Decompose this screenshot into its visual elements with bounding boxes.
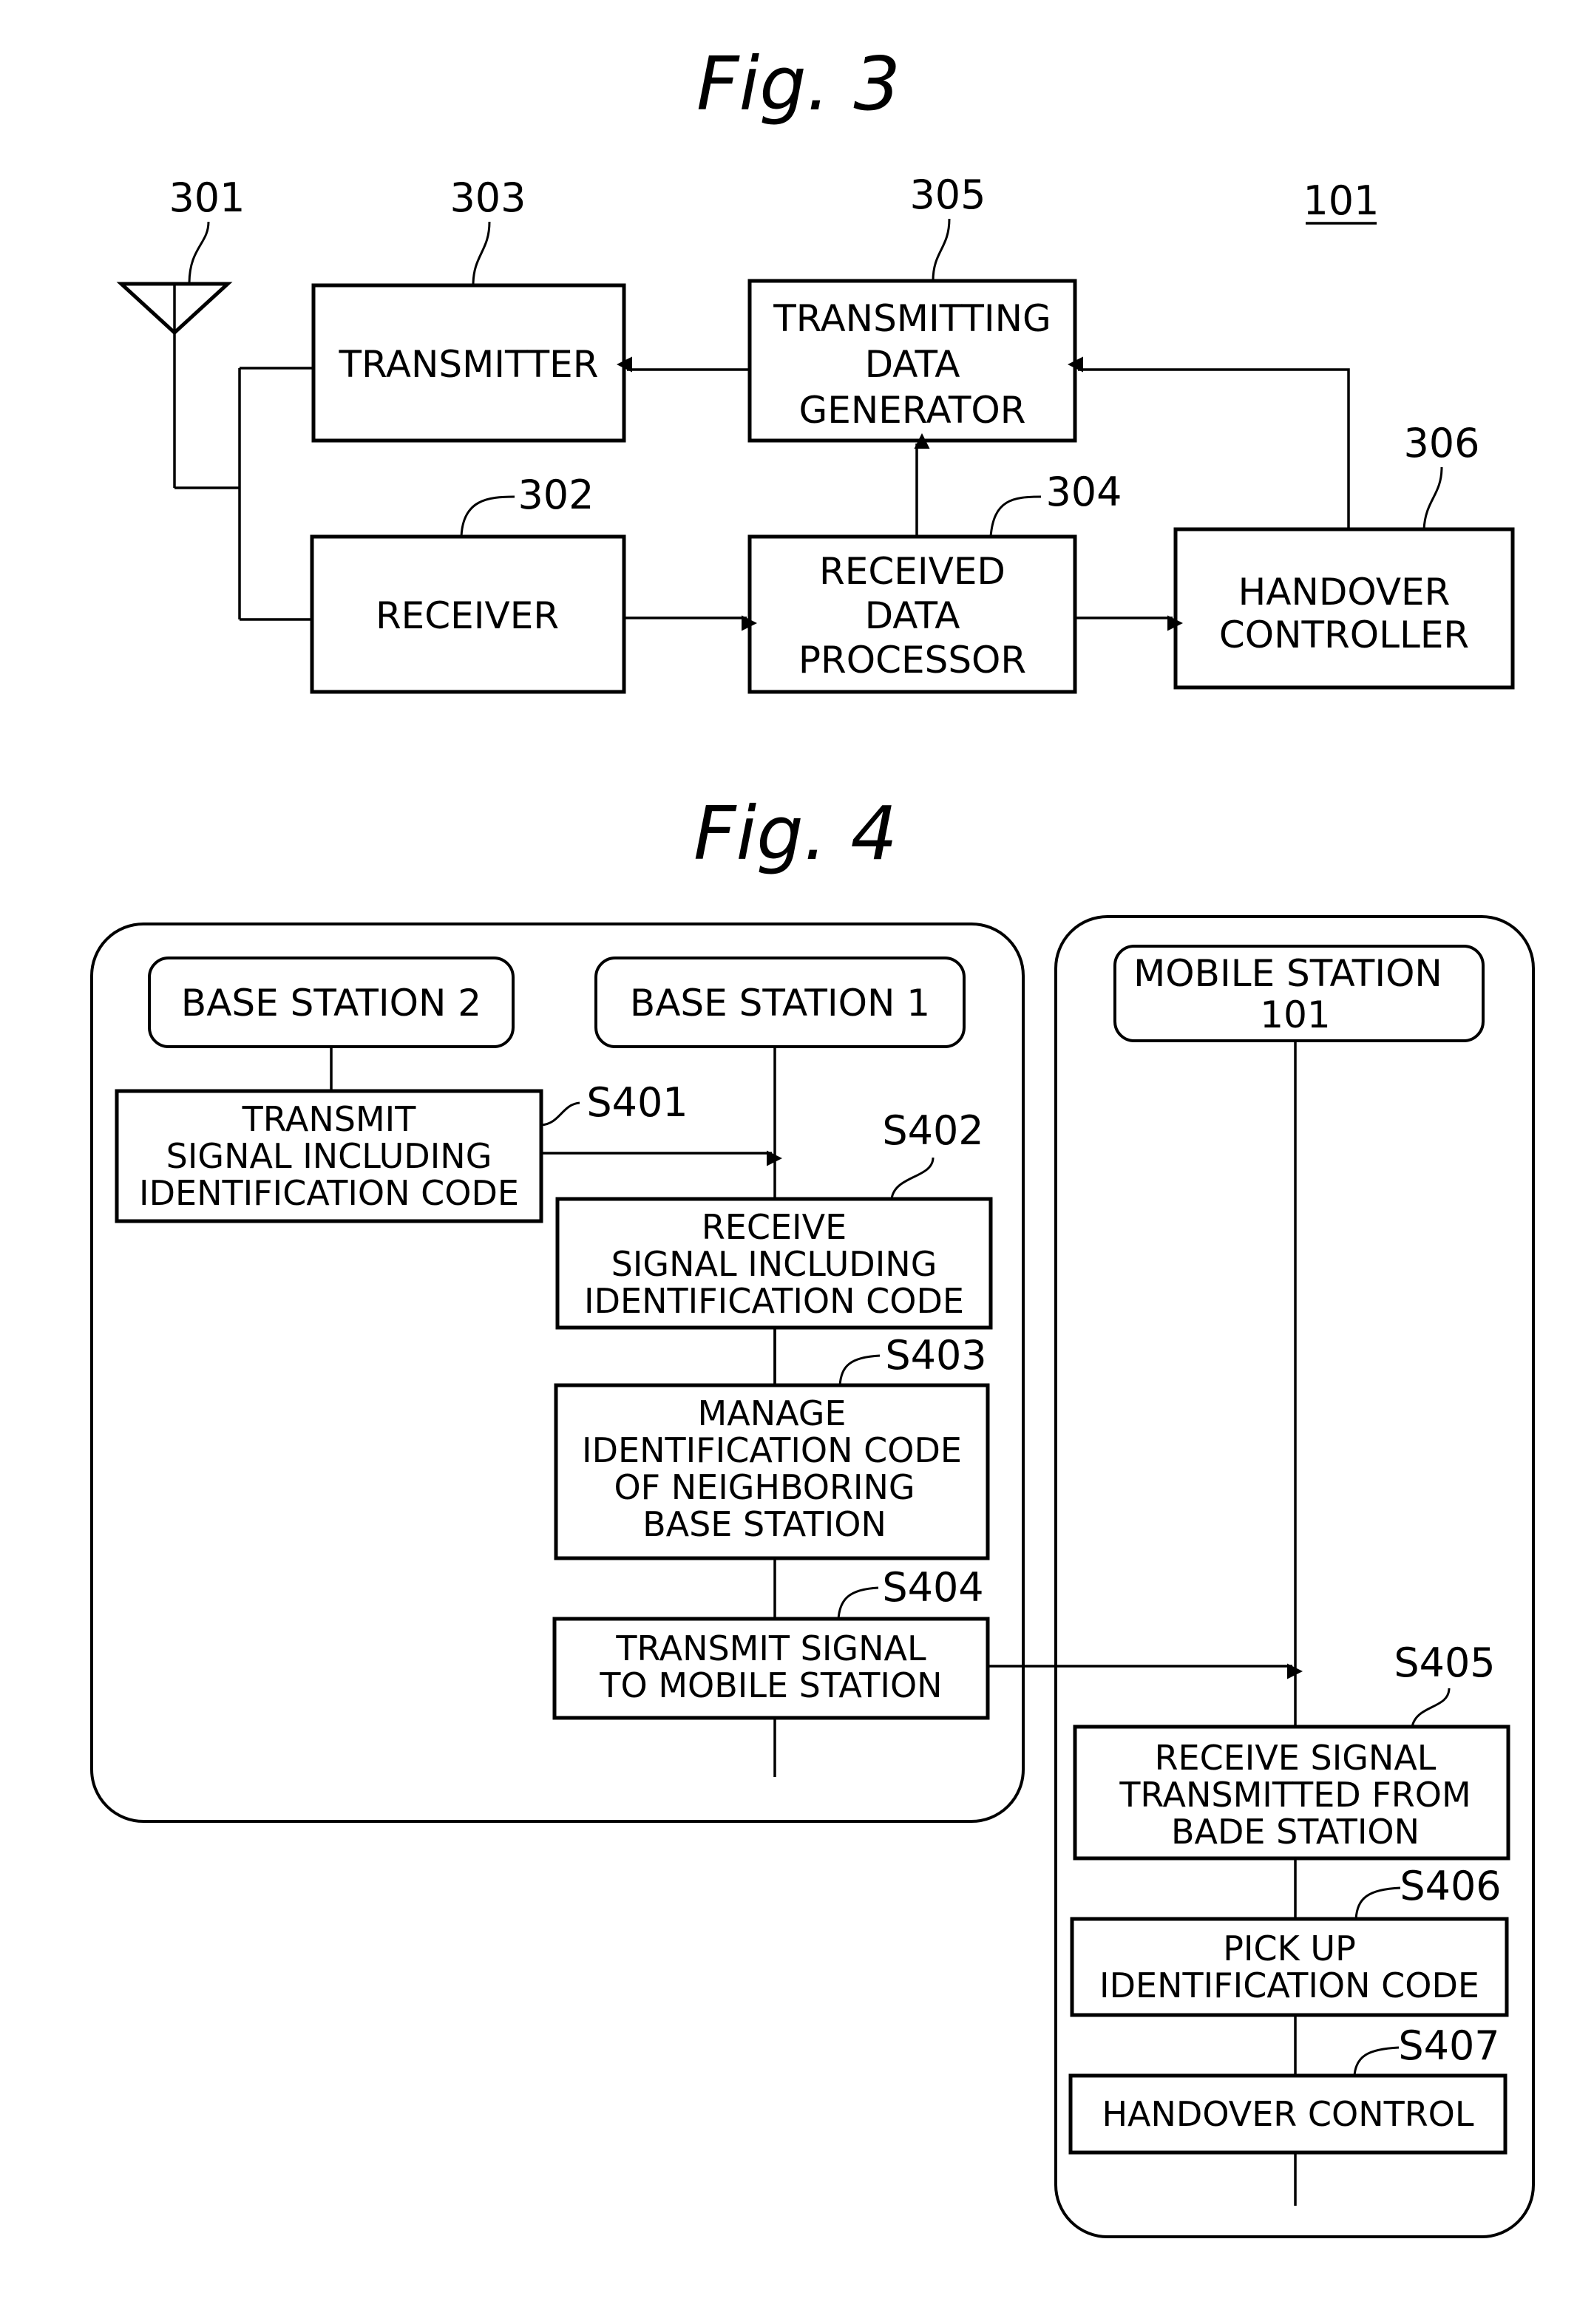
tdg-ref-label: 305 [909,171,986,218]
s404-leader-line [837,1586,879,1620]
actor-ms-label-line-1: MOBILE STATION [1133,952,1442,995]
s406-line-1: PICK UP [1223,1929,1356,1968]
s407-leader-line [1353,2046,1400,2076]
s406-line-2: IDENTIFICATION CODE [1099,1965,1479,2005]
figure-3: Fig. 3 101 301 TRANSMITTER 303 RECEIVER … [116,41,1515,694]
antenna-icon [116,282,240,489]
hc-label-line-1: HANDOVER [1238,571,1451,614]
s404-line-1: TRANSMIT SIGNAL [615,1628,926,1668]
actor-bs2-label: BASE STATION 2 [181,982,481,1025]
tdg-label-line-2: DATA [865,343,960,386]
transmitter-ref-label: 303 [450,174,526,221]
antenna-leader-line [188,221,210,285]
receiver-ref-label: 302 [518,472,594,518]
s405-line-1: RECEIVE SIGNAL [1155,1738,1437,1778]
transmitter-label: TRANSMITTER [338,343,598,386]
s403-line-3: OF NEIGHBORING [614,1467,915,1507]
s403-id: S403 [885,1332,986,1379]
rdp-ref-label: 304 [1045,469,1122,515]
rdp-leader-line [989,495,1042,537]
receiver-leader-line [460,495,515,537]
actor-ms-label-line-2: 101 [1260,993,1330,1036]
s402-line-1: RECEIVE [702,1207,847,1247]
tdg-label-line-3: GENERATOR [798,389,1025,432]
s405-id: S405 [1394,1640,1495,1686]
hc-ref-label: 306 [1403,420,1479,466]
s402-line-2: SIGNAL INCLUDING [611,1244,937,1284]
s401-line-1: TRANSMIT [242,1099,417,1139]
s403-line-1: MANAGE [698,1393,847,1433]
receiver-label: RECEIVER [376,594,559,637]
s401-line-2: SIGNAL INCLUDING [166,1136,492,1176]
rdp-label-line-3: PROCESSOR [798,639,1026,682]
tdg-leader-line [932,218,951,282]
patent-drawing-sheet: Fig. 3 101 301 TRANSMITTER 303 RECEIVER … [90,41,1535,2238]
s405-line-3: BADE STATION [1171,1812,1420,1852]
s405-leader-line [1411,1688,1451,1727]
s403-line-2: IDENTIFICATION CODE [582,1430,962,1470]
actor-bs1-label: BASE STATION 1 [630,982,930,1025]
figure-4: Fig. 4 BASE STATION 2 BASE STATION 1 MOB… [90,790,1535,2238]
s401-line-3: IDENTIFICATION CODE [139,1173,519,1213]
s404-line-2: TO MOBILE STATION [599,1665,942,1705]
s406-id: S406 [1400,1863,1501,1909]
s402-line-3: IDENTIFICATION CODE [584,1281,964,1321]
tdg-label-line-1: TRANSMITTING [773,297,1051,340]
transmitter-leader-line [472,221,491,286]
device-ref-label: 101 [1303,177,1379,224]
hc-leader-line [1422,466,1443,530]
s404-id: S404 [882,1564,983,1611]
fig4-title: Fig. 4 [693,790,898,877]
hc-label-line-2: CONTROLLER [1219,614,1469,656]
s402-id: S402 [882,1107,983,1154]
s406-leader-line [1354,1886,1401,1920]
rdp-label-line-1: RECEIVED [819,550,1005,593]
s403-leader-line [838,1354,881,1386]
rdp-label-line-2: DATA [865,594,960,637]
fig3-title: Fig. 3 [696,41,901,127]
antenna-ref-label: 301 [169,174,245,221]
s401-id: S401 [586,1079,688,1126]
s405-line-2: TRANSMITTED FROM [1119,1775,1471,1815]
s403-line-4: BASE STATION [642,1504,886,1544]
s402-leader-line [890,1157,935,1200]
s407-line-1: HANDOVER CONTROL [1102,2094,1473,2134]
s401-leader-line [540,1101,580,1127]
s407-id: S407 [1398,2022,1499,2069]
